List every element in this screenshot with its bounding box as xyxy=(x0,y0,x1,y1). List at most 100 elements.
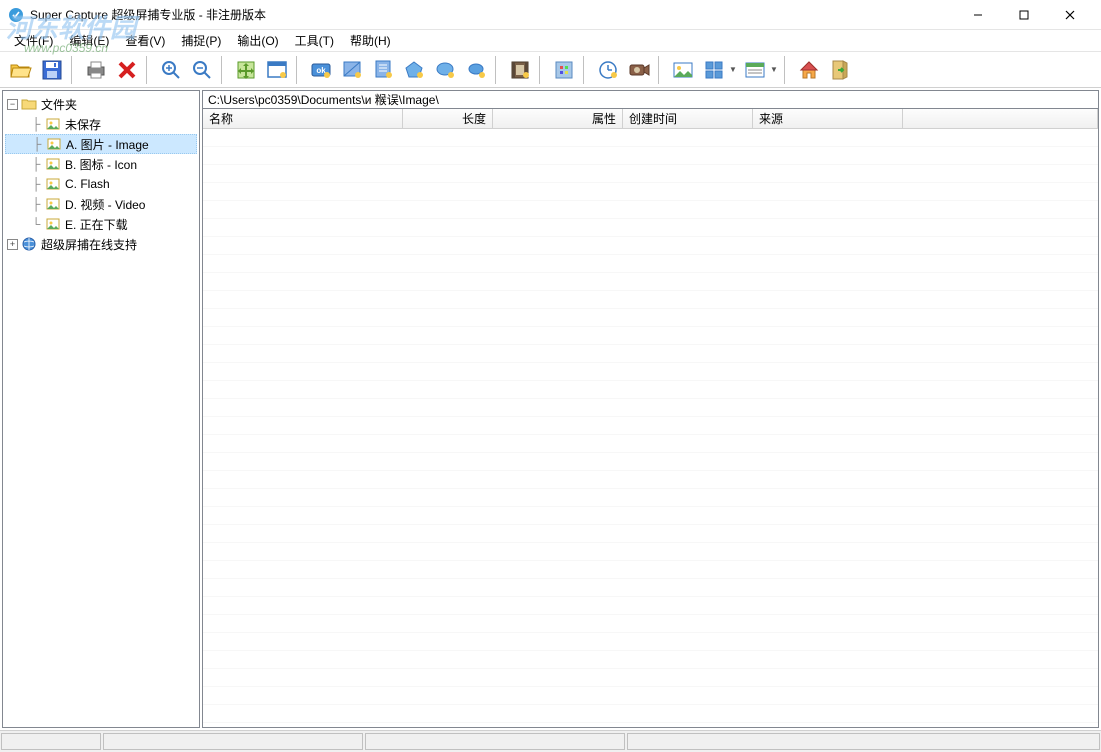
tree-item-video[interactable]: ├ D. 视频 - Video xyxy=(5,194,197,214)
image-small-icon xyxy=(45,216,61,232)
status-cell-3 xyxy=(365,733,625,750)
printer-icon xyxy=(85,59,107,81)
capture-ok-button[interactable]: ok xyxy=(306,55,336,85)
tree-root-support[interactable]: + 超级屏捕在线支持 xyxy=(5,234,197,254)
list-icon xyxy=(744,59,766,81)
tree-label: 未保存 xyxy=(65,116,101,133)
menu-help[interactable]: 帮助(H) xyxy=(342,30,399,51)
capture-ellipse-button[interactable] xyxy=(430,55,460,85)
tree-item-unsaved[interactable]: ├ 未保存 xyxy=(5,114,197,134)
tree-item-image[interactable]: ├ A. 图片 - Image xyxy=(5,134,197,154)
folder-icon xyxy=(21,96,37,112)
status-bar xyxy=(0,730,1101,752)
tree-label: B. 图标 - Icon xyxy=(65,156,137,173)
menu-tools[interactable]: 工具(T) xyxy=(287,30,342,51)
roundrect-icon xyxy=(465,59,487,81)
capture-video-button[interactable] xyxy=(505,55,535,85)
fullscreen-icon xyxy=(235,59,257,81)
tree-label: 超级屏捕在线支持 xyxy=(41,236,137,253)
maximize-button[interactable] xyxy=(1001,0,1047,30)
camera-icon xyxy=(628,59,650,81)
tree-label: D. 视频 - Video xyxy=(65,196,145,213)
capture-window-button[interactable] xyxy=(262,55,292,85)
collapse-icon[interactable]: − xyxy=(7,99,18,110)
zoom-out-button[interactable] xyxy=(187,55,217,85)
ok-badge-icon: ok xyxy=(310,59,332,81)
chevron-down-icon[interactable]: ▼ xyxy=(729,65,739,74)
status-cell-2 xyxy=(103,733,363,750)
col-size[interactable]: 长度 xyxy=(403,109,493,128)
eyedropper-icon xyxy=(553,59,575,81)
image-small-icon xyxy=(45,116,61,132)
image-small-icon xyxy=(45,156,61,172)
window-icon xyxy=(266,59,288,81)
zoom-in-button[interactable] xyxy=(156,55,186,85)
tree-label: A. 图片 - Image xyxy=(66,136,149,153)
globe-icon xyxy=(21,236,37,252)
polygon-icon xyxy=(403,59,425,81)
record-button[interactable] xyxy=(624,55,654,85)
capture-round-button[interactable] xyxy=(461,55,491,85)
timer-button[interactable] xyxy=(593,55,623,85)
window-title: Super Capture 超级屏捕专业版 - 非注册版本 xyxy=(30,6,955,23)
tree-label: E. 正在下载 xyxy=(65,216,128,233)
zoom-out-icon xyxy=(191,59,213,81)
film-icon xyxy=(509,59,531,81)
menu-file[interactable]: 文件(F) xyxy=(6,30,61,51)
tree-item-flash[interactable]: ├ C. Flash xyxy=(5,174,197,194)
delete-button[interactable] xyxy=(112,55,142,85)
sidebar-tree[interactable]: − 文件夹 ├ 未保存 ├ A. 图片 - Image ├ B. 图标 - Ic… xyxy=(2,90,200,728)
menu-view[interactable]: 查看(V) xyxy=(117,30,173,51)
column-headers: 名称 长度 属性 创建时间 来源 xyxy=(203,109,1098,129)
scroll-icon xyxy=(372,59,394,81)
path-bar: C:\Users\pc0359\Documents\и 糇误\Image\ xyxy=(202,90,1099,109)
print-button[interactable] xyxy=(81,55,111,85)
tree-root-folders[interactable]: − 文件夹 xyxy=(5,94,197,114)
close-button[interactable] xyxy=(1047,0,1093,30)
file-list[interactable]: 名称 长度 属性 创建时间 来源 xyxy=(202,109,1099,728)
home-icon xyxy=(798,59,820,81)
folder-open-icon xyxy=(9,58,33,82)
picture-sun-icon xyxy=(672,59,694,81)
thumbnails-icon xyxy=(703,59,725,81)
col-attr[interactable]: 属性 xyxy=(493,109,623,128)
col-source[interactable]: 来源 xyxy=(753,109,903,128)
status-cell-4 xyxy=(627,733,1100,750)
capture-full-button[interactable] xyxy=(231,55,261,85)
floppy-icon xyxy=(41,59,63,81)
title-bar: Super Capture 超级屏捕专业版 - 非注册版本 xyxy=(0,0,1101,30)
image-small-icon xyxy=(46,136,62,152)
view-mode-button[interactable] xyxy=(699,55,729,85)
expand-icon[interactable]: + xyxy=(7,239,18,250)
tree-item-downloading[interactable]: └ E. 正在下载 xyxy=(5,214,197,234)
edit-image-button[interactable] xyxy=(668,55,698,85)
capture-shape1-button[interactable] xyxy=(399,55,429,85)
capture-region-button[interactable] xyxy=(337,55,367,85)
save-button[interactable] xyxy=(37,55,67,85)
door-exit-icon xyxy=(829,59,851,81)
exit-button[interactable] xyxy=(825,55,855,85)
col-extra[interactable] xyxy=(903,109,1098,128)
menu-output[interactable]: 输出(O) xyxy=(229,30,286,51)
col-name[interactable]: 名称 xyxy=(203,109,403,128)
tree-item-icon[interactable]: ├ B. 图标 - Icon xyxy=(5,154,197,174)
menu-edit[interactable]: 编辑(E) xyxy=(61,30,117,51)
region-icon xyxy=(341,59,363,81)
list-mode-button[interactable] xyxy=(740,55,770,85)
minimize-button[interactable] xyxy=(955,0,1001,30)
clock-icon xyxy=(597,59,619,81)
home-button[interactable] xyxy=(794,55,824,85)
zoom-in-icon xyxy=(160,59,182,81)
list-body[interactable] xyxy=(203,129,1098,727)
capture-scroll-button[interactable] xyxy=(368,55,398,85)
open-button[interactable] xyxy=(6,55,36,85)
status-cell-1 xyxy=(1,733,101,750)
menu-capture[interactable]: 捕捉(P) xyxy=(173,30,229,51)
image-small-icon xyxy=(45,196,61,212)
chevron-down-icon[interactable]: ▼ xyxy=(770,65,780,74)
col-created[interactable]: 创建时间 xyxy=(623,109,753,128)
tree-label: C. Flash xyxy=(65,177,110,191)
ellipse-icon xyxy=(434,59,456,81)
capture-color-button[interactable] xyxy=(549,55,579,85)
delete-x-icon xyxy=(116,59,138,81)
